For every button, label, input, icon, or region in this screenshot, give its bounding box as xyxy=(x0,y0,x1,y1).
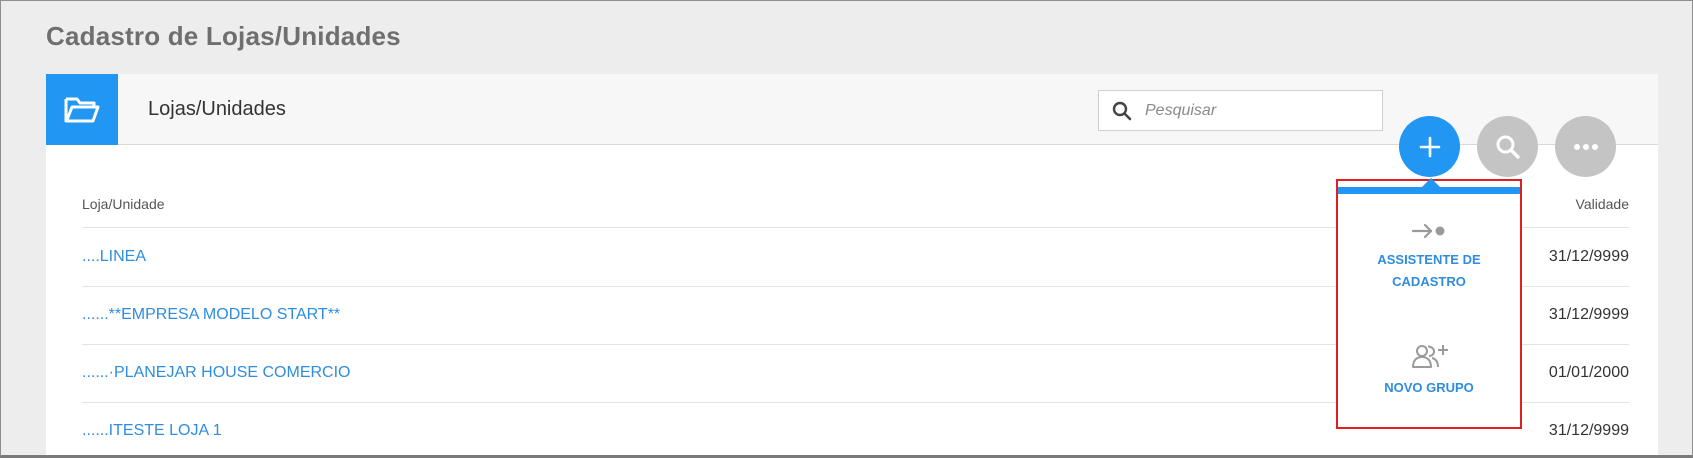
dropdown-caret xyxy=(1422,178,1440,187)
add-button[interactable] xyxy=(1399,116,1460,177)
row-name-link[interactable]: ......ITESTE LOJA 1 xyxy=(82,422,222,440)
plus-icon xyxy=(1419,136,1440,157)
row-validade: 31/12/9999 xyxy=(1548,306,1629,323)
advanced-search-button[interactable] xyxy=(1477,116,1538,177)
menu-item-assistente-cadastro[interactable]: ASSISTENTE DE CADASTRO xyxy=(1338,221,1520,293)
dropdown-accent-bar xyxy=(1338,187,1520,194)
folder-open-icon xyxy=(64,97,100,122)
folder-tile xyxy=(46,74,118,145)
add-dropdown-menu: ASSISTENTE DE CADASTRO NOVO GRUPO xyxy=(1336,178,1522,429)
row-name-link[interactable]: ......·PLANEJAR HOUSE COMERCIO xyxy=(82,364,350,382)
row-validade: 01/01/2000 xyxy=(1548,364,1629,381)
row-validade: 31/12/9999 xyxy=(1548,248,1629,265)
column-header-validade[interactable]: Validade xyxy=(1576,196,1629,212)
more-options-button[interactable] xyxy=(1555,116,1616,177)
menu-item-label: NOVO GRUPO xyxy=(1384,380,1474,395)
more-horizontal-icon xyxy=(1573,143,1598,150)
row-validade: 31/12/9999 xyxy=(1548,422,1629,439)
row-name-link[interactable]: ......**EMPRESA MODELO START** xyxy=(82,306,340,324)
row-name-link[interactable]: ....LINEA xyxy=(82,248,146,266)
column-header-loja[interactable]: Loja/Unidade xyxy=(82,196,165,212)
search-icon xyxy=(1496,135,1520,159)
panel-title: Lojas/Unidades xyxy=(148,98,286,120)
add-group-icon xyxy=(1412,345,1448,368)
menu-item-novo-grupo[interactable]: NOVO GRUPO xyxy=(1338,343,1520,399)
menu-item-label: ASSISTENTE DE CADASTRO xyxy=(1377,252,1481,289)
search-input[interactable] xyxy=(1145,101,1365,120)
page-title: Cadastro de Lojas/Unidades xyxy=(46,21,401,51)
search-field[interactable] xyxy=(1098,90,1383,131)
arrow-to-dot-icon xyxy=(1411,223,1445,239)
search-icon xyxy=(1099,101,1145,121)
